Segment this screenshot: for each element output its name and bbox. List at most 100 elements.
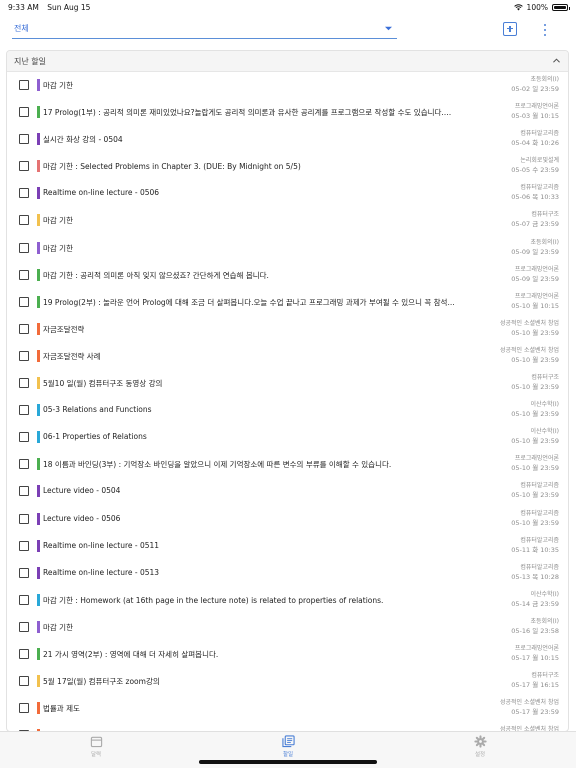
tab-calendar[interactable]: 달력 xyxy=(76,735,116,763)
course-color-bar xyxy=(37,593,40,606)
task-course: 컴퓨터구조 xyxy=(531,672,559,680)
section-header[interactable]: 지난 할일 xyxy=(7,51,568,72)
course-color-bar xyxy=(37,485,40,498)
chevron-down-icon xyxy=(385,26,392,31)
task-checkbox[interactable] xyxy=(19,242,29,253)
task-course: 컴퓨터알고리즘 xyxy=(520,509,559,517)
task-meta: 이산수학(I) 05-10 월 23:59 xyxy=(449,427,559,446)
task-checkbox[interactable] xyxy=(19,703,29,714)
task-row[interactable]: 21 가시 영역(2부) : 영역에 대해 더 자세히 살펴봅니다. 프로그래밍언… xyxy=(7,641,568,668)
task-course: 프로그래밍언어론 xyxy=(514,292,559,300)
task-row[interactable]: 마감 기한 초등회의(I) 05-09 일 23:59 xyxy=(7,235,568,262)
task-row[interactable]: Realtime on-line lecture - 0511 컴퓨터알고리즘 05… xyxy=(7,533,568,560)
task-checkbox[interactable] xyxy=(19,80,29,90)
course-color-bar xyxy=(37,133,40,146)
task-checkbox[interactable] xyxy=(19,486,29,497)
task-course: 이산수학(I) xyxy=(530,401,559,409)
task-checkbox[interactable] xyxy=(19,350,29,361)
course-color-bar xyxy=(37,431,40,444)
task-row[interactable]: 법률과 제도 성공적인 소셜벤처 창업 05-17 월 23:59 xyxy=(7,695,568,722)
task-row[interactable]: 마감 기한 초등회의(I) 05-02 일 23:59 xyxy=(7,72,568,99)
task-course: 성공적인 소셜벤처 창업 xyxy=(499,346,559,354)
course-color-bar xyxy=(37,702,40,715)
task-checkbox[interactable] xyxy=(19,567,29,578)
task-title: 자금조달전략 xyxy=(43,324,85,334)
task-row[interactable]: 19 Prolog(2부) : 놀라운 언어 Prolog에 대해 조금 더 살… xyxy=(7,289,568,316)
task-checkbox[interactable] xyxy=(19,378,29,389)
task-due-date: 05-07 금 23:59 xyxy=(511,220,559,229)
task-checkbox[interactable] xyxy=(19,215,29,226)
task-row[interactable]: 05-3 Relations and Functions 이산수학(I) 05-10… xyxy=(7,397,568,424)
task-row[interactable]: 실시간 화상 강의 - 0504 컴퓨터알고리즘 05-04 화 10:26 xyxy=(7,126,568,153)
task-row[interactable]: 5월 17일(월) 컴퓨터구조 zoom강의 컴퓨터구조 05-17 월 16:15 xyxy=(7,668,568,695)
task-row[interactable]: 자금조달전략 성공적인 소셜벤처 창업 05-10 월 23:59 xyxy=(7,316,568,343)
add-task-button[interactable] xyxy=(503,22,517,36)
task-checkbox[interactable] xyxy=(19,161,29,172)
task-title: 마감 기한 xyxy=(43,243,73,253)
task-due-date: 05-10 월 10:15 xyxy=(511,301,559,310)
task-checkbox[interactable] xyxy=(19,296,29,307)
task-title: 21 가시 영역(2부) : 영역에 대해 더 자세히 살펴봅니다. xyxy=(43,649,219,659)
wifi-icon xyxy=(513,4,523,11)
task-checkbox[interactable] xyxy=(19,459,29,470)
task-checkbox[interactable] xyxy=(19,513,29,524)
task-row[interactable]: 5월10 일(월) 컴퓨터구조 동영상 강의 컴퓨터구조 05-10 월 23:59 xyxy=(7,370,568,397)
task-row[interactable]: 06-1 Properties of Relations 이산수학(I) 05-10… xyxy=(7,424,568,451)
task-checkbox[interactable] xyxy=(19,594,29,605)
task-checkbox[interactable] xyxy=(19,134,29,145)
task-row[interactable]: 마감 기한 초등회의(I) 05-16 일 23:58 xyxy=(7,614,568,641)
task-row[interactable]: Realtime on-line lecture - 0513 컴퓨터알고리즘 05… xyxy=(7,560,568,587)
task-title: 5월10 일(월) 컴퓨터구조 동영상 강의 xyxy=(43,379,163,389)
task-meta: 초등회의(I) 05-02 일 23:59 xyxy=(449,75,559,94)
task-row[interactable]: 자금조달전략 사례 성공적인 소셜벤처 창업 05-10 월 23:59 xyxy=(7,343,568,370)
task-meta: 컴퓨터알고리즘 05-13 목 10:28 xyxy=(449,563,559,582)
task-row[interactable]: 18 이름과 바인딩(3부) : 기억장소 바인딩을 알았으니 이제 기억장소에… xyxy=(7,451,568,478)
task-row[interactable]: 마감 기한 : Homework (at 16th page in the le… xyxy=(7,587,568,614)
task-course: 프로그래밍언어론 xyxy=(514,455,559,463)
filter-dropdown[interactable]: 전체 xyxy=(12,22,397,39)
course-color-bar xyxy=(37,268,40,281)
task-checkbox[interactable] xyxy=(19,107,29,118)
task-course: 프로그래밍언어론 xyxy=(514,265,559,273)
chevron-up-icon xyxy=(553,58,560,63)
task-row[interactable]: Lecture video - 0504 컴퓨터알고리즘 05-10 월 23:59 xyxy=(7,478,568,505)
task-meta: 컴퓨터알고리즘 05-04 화 10:26 xyxy=(449,129,559,148)
task-course: 성공적인 소셜벤처 창업 xyxy=(499,699,559,707)
course-color-bar xyxy=(37,675,40,688)
task-meta: 컴퓨터구조 05-07 금 23:59 xyxy=(449,210,559,229)
task-title: Realtime on-line lecture - 0506 xyxy=(43,188,160,198)
course-color-bar xyxy=(37,322,40,335)
task-course: 초등회의(I) xyxy=(530,76,559,83)
tab-label: 설정 xyxy=(474,752,486,758)
task-checkbox[interactable] xyxy=(19,648,29,659)
battery-icon xyxy=(552,4,570,11)
task-checkbox[interactable] xyxy=(19,432,29,443)
task-row[interactable]: 마감 기한 : 공리적 의미론 아직 잊지 않으셨죠? 간단하게 연습해 봅니다… xyxy=(7,262,568,289)
task-due-date: 05-17 월 23:59 xyxy=(511,708,559,717)
more-options-button[interactable] xyxy=(540,22,550,38)
course-color-bar xyxy=(37,566,40,579)
task-checkbox[interactable] xyxy=(19,540,29,551)
task-due-date: 05-06 목 10:33 xyxy=(511,193,559,202)
task-checkbox[interactable] xyxy=(19,323,29,334)
task-row[interactable]: Lecture video - 0506 컴퓨터알고리즘 05-10 월 23:59 xyxy=(7,506,568,533)
task-checkbox[interactable] xyxy=(19,405,29,416)
task-course: 성공적인 소셜벤처 창업 xyxy=(499,319,559,327)
task-checkbox[interactable] xyxy=(19,188,29,199)
task-row[interactable]: 17 Prolog(1부) : 공리적 의미론 재미있었나요?놀랍게도 공리적 … xyxy=(7,99,568,126)
tab-tasks[interactable]: 할일 xyxy=(268,735,308,763)
task-checkbox[interactable] xyxy=(19,621,29,632)
task-course: 컴퓨터알고리즘 xyxy=(520,536,559,544)
task-title: 5월 17일(월) 컴퓨터구조 zoom강의 xyxy=(43,677,160,687)
task-due-date: 05-02 일 23:59 xyxy=(511,85,559,93)
task-row[interactable]: 마감 기한 컴퓨터구조 05-07 금 23:59 xyxy=(7,207,568,234)
tab-settings[interactable]: 설정 xyxy=(460,735,500,763)
task-checkbox[interactable] xyxy=(19,676,29,687)
task-meta: 성공적인 소셜벤처 창업 05-10 월 23:59 xyxy=(449,319,559,338)
task-title: 05-3 Relations and Functions xyxy=(43,405,152,415)
task-due-date: 05-17 월 10:15 xyxy=(511,653,559,662)
task-due-date: 05-10 월 23:59 xyxy=(511,491,559,500)
task-row[interactable]: Realtime on-line lecture - 0506 컴퓨터알고리즘 05… xyxy=(7,180,568,207)
task-checkbox[interactable] xyxy=(19,269,29,280)
task-row[interactable]: 마감 기한 : Selected Problems in Chapter 3. … xyxy=(7,153,568,180)
